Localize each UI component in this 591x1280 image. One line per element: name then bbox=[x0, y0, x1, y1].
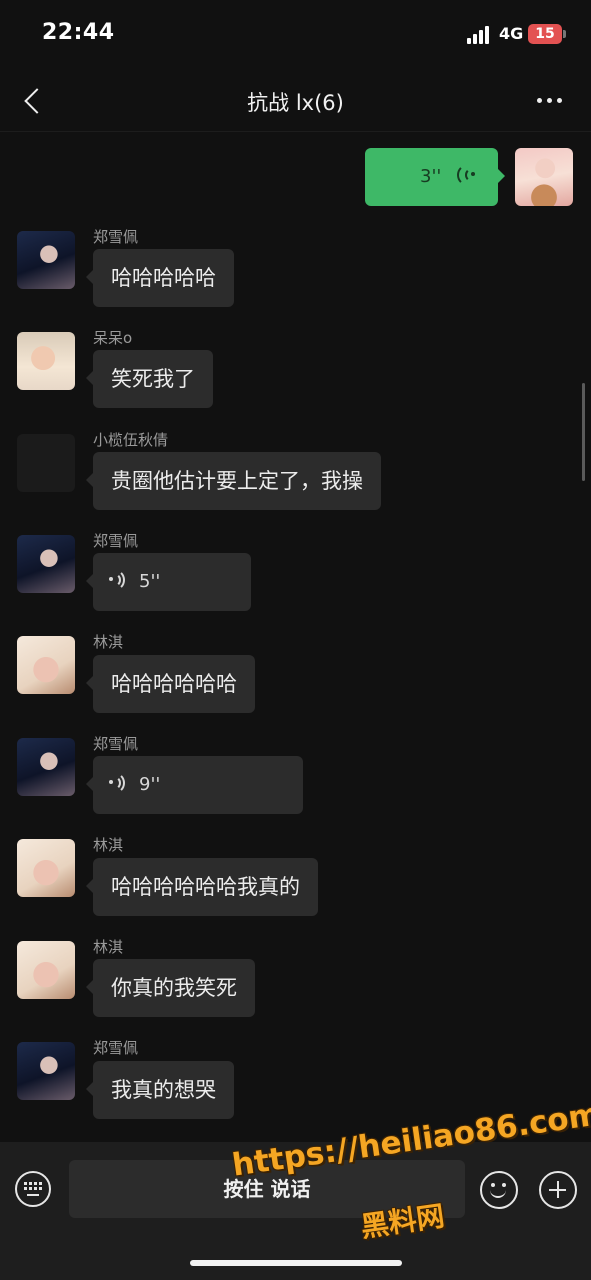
dot-icon bbox=[557, 98, 562, 103]
voice-message-bubble[interactable]: 9'' bbox=[86, 756, 303, 814]
text-message-bubble[interactable]: 我真的想哭 bbox=[86, 1061, 234, 1119]
text-message-bubble[interactable]: 哈哈哈哈哈哈 bbox=[86, 655, 255, 713]
more-actions-button[interactable] bbox=[539, 1171, 577, 1209]
sender-name: 林淇 bbox=[93, 938, 124, 956]
sender-name: 郑雪佩 bbox=[93, 735, 139, 753]
home-indicator[interactable] bbox=[190, 1260, 402, 1266]
voice-wave-icon bbox=[457, 164, 477, 186]
keyboard-spacebar-icon bbox=[27, 1194, 39, 1196]
emoji-button[interactable] bbox=[480, 1171, 518, 1209]
more-options-button[interactable] bbox=[537, 98, 562, 103]
scrollbar[interactable] bbox=[582, 383, 585, 481]
text-message-bubble[interactable]: 贵圈他估计要上定了，我操 bbox=[86, 452, 381, 510]
sender-name: 郑雪佩 bbox=[93, 228, 139, 246]
text-message-bubble[interactable]: 哈哈哈哈哈 bbox=[86, 249, 234, 307]
status-time: 22:44 bbox=[42, 20, 115, 45]
sender-name: 郑雪佩 bbox=[93, 1039, 139, 1057]
avatar[interactable] bbox=[17, 636, 75, 694]
voice-message-bubble-out[interactable]: 3'' bbox=[365, 148, 505, 206]
text-message-bubble[interactable]: 你真的我笑死 bbox=[86, 959, 255, 1017]
nav-bar: 抗战 lx(6) bbox=[0, 70, 591, 132]
avatar[interactable] bbox=[17, 738, 75, 796]
hold-to-talk-button[interactable]: 按住 说话 bbox=[69, 1160, 465, 1218]
avatar-self[interactable] bbox=[515, 148, 573, 206]
voice-wave-icon bbox=[109, 569, 129, 591]
status-bar: 22:44 4G 15 bbox=[0, 0, 591, 70]
message-list[interactable]: 3'' 郑雪佩 哈哈哈哈哈 呆呆ο 笑死我了 小榄伍秋倩 贵圈他估计要上定了，我… bbox=[0, 132, 591, 1142]
avatar[interactable] bbox=[17, 1042, 75, 1100]
network-type: 4G bbox=[499, 24, 524, 43]
sender-name: 郑雪佩 bbox=[93, 532, 139, 550]
avatar[interactable] bbox=[17, 839, 75, 897]
voice-duration: 3'' bbox=[420, 166, 442, 187]
battery-icon: 15 bbox=[528, 24, 562, 44]
keyboard-icon bbox=[24, 1182, 42, 1190]
avatar[interactable] bbox=[17, 434, 75, 492]
voice-wave-icon bbox=[109, 772, 129, 794]
text-message-bubble[interactable]: 哈哈哈哈哈哈我真的 bbox=[86, 858, 318, 916]
sender-name: 林淇 bbox=[93, 633, 124, 651]
chat-title: 抗战 lx(6) bbox=[247, 91, 344, 115]
voice-message-bubble[interactable]: 5'' bbox=[86, 553, 251, 611]
keyboard-toggle-button[interactable] bbox=[15, 1171, 51, 1207]
avatar[interactable] bbox=[17, 231, 75, 289]
voice-duration: 9'' bbox=[139, 774, 161, 795]
sender-name: 呆呆ο bbox=[93, 329, 133, 347]
text-message-bubble[interactable]: 笑死我了 bbox=[86, 350, 213, 408]
sender-name: 小榄伍秋倩 bbox=[93, 431, 169, 449]
input-bar: 按住 说话 bbox=[0, 1142, 591, 1280]
dot-icon bbox=[537, 98, 542, 103]
battery-tip bbox=[563, 30, 566, 38]
avatar[interactable] bbox=[17, 535, 75, 593]
signal-icon bbox=[467, 26, 489, 44]
voice-duration: 5'' bbox=[139, 571, 161, 592]
sender-name: 林淇 bbox=[93, 836, 124, 854]
avatar[interactable] bbox=[17, 941, 75, 999]
dot-icon bbox=[547, 98, 552, 103]
avatar[interactable] bbox=[17, 332, 75, 390]
